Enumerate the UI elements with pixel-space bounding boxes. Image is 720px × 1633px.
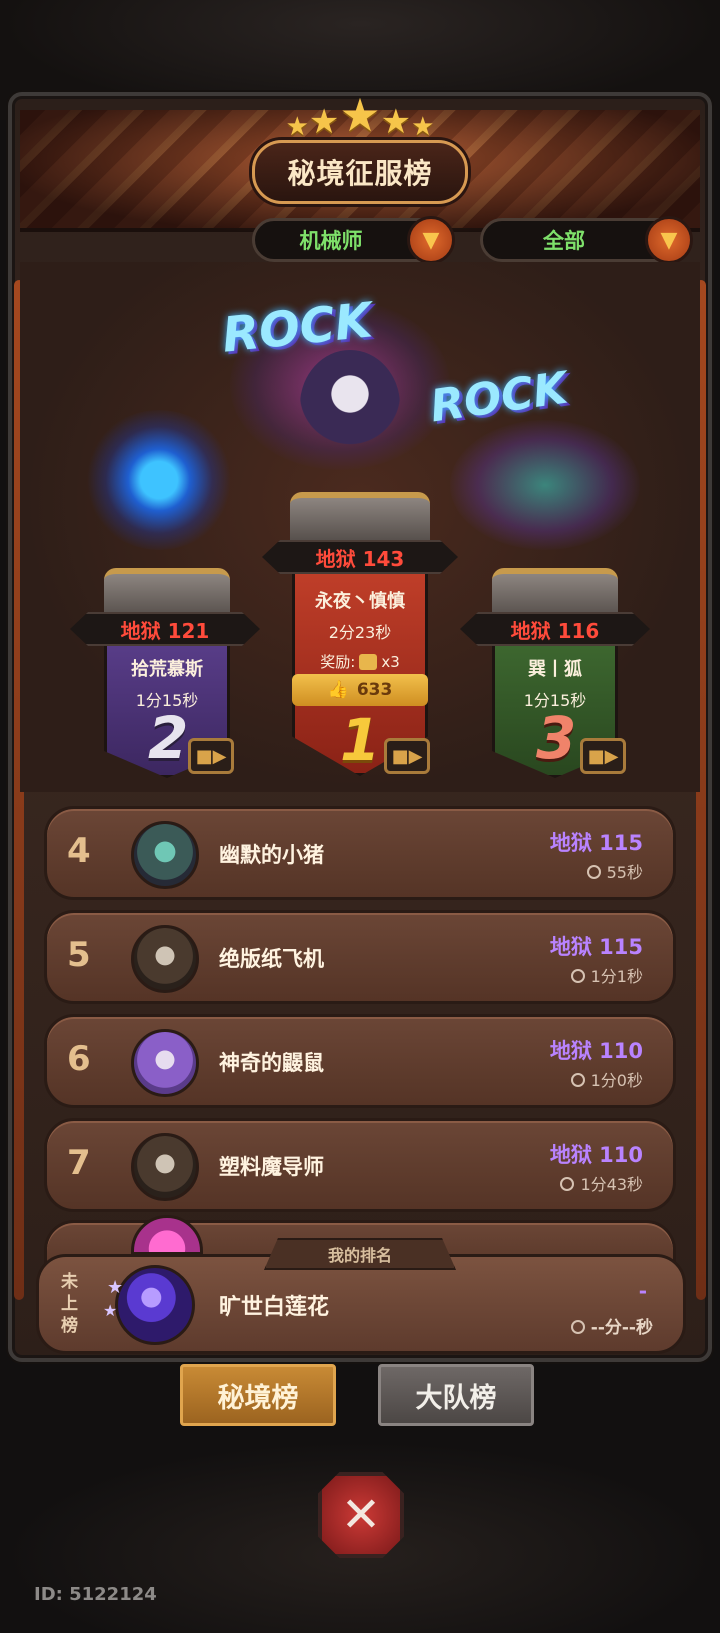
star-icon: ★ (380, 102, 412, 142)
row-time-value: 1分1秒 (590, 967, 643, 986)
leaderboard-row[interactable]: 4 幽默的小猪 地狱 115 55秒 (44, 806, 676, 900)
clock-icon (570, 969, 585, 983)
row-time-value: 55秒 (606, 863, 643, 882)
clock-icon (570, 1073, 585, 1087)
tab-secret-realm-label: 秘境榜 (217, 1382, 299, 1414)
first-place-replay-button[interactable]: ■▶ (384, 738, 430, 774)
row-time: 1分43秒 (560, 1171, 643, 1195)
row-rank: 7 (67, 1143, 91, 1183)
thumbs-up-icon: 👍 (327, 680, 349, 700)
third-place-score-plate: 地狱 116 (460, 612, 650, 646)
first-place-name: 永夜丶慎慎 (315, 591, 405, 612)
third-place-rank: 3 (536, 704, 577, 772)
video-camera-icon: ■▶ (587, 745, 619, 767)
my-rank-status: 未上榜 (61, 1272, 78, 1336)
row-player-name: 绝版纸飞机 (219, 947, 324, 971)
reward-label: 奖励: (320, 653, 356, 671)
my-player-name: 旷世白莲花 (219, 1295, 330, 1320)
my-avatar (115, 1265, 195, 1345)
video-camera-icon: ■▶ (195, 745, 227, 767)
first-place-score: 地狱 143 (315, 546, 405, 571)
player-avatar (131, 1029, 199, 1097)
third-place-score: 地狱 116 (510, 618, 600, 643)
my-rank-tab-label: 我的排名 (327, 1246, 392, 1265)
row-player-name: 塑料魔导师 (219, 1155, 324, 1179)
page-title-plate: 秘境征服榜 (252, 140, 468, 204)
tab-secret-realm[interactable]: 秘境榜 (180, 1364, 336, 1426)
tab-team[interactable]: 大队榜 (378, 1364, 534, 1426)
third-place-replay-button[interactable]: ■▶ (580, 738, 626, 774)
row-score: 地狱 115 (549, 935, 643, 959)
row-time: 1分0秒 (570, 1067, 643, 1091)
star-icon: ★ (308, 102, 340, 142)
row-time-value: 1分43秒 (580, 1175, 643, 1194)
star-icon: ★ (285, 112, 309, 142)
row-player-name: 神奇的鼹鼠 (219, 1051, 324, 1075)
reward-count: x3 (381, 652, 400, 671)
row-rank: 4 (67, 831, 91, 871)
clock-icon (570, 1320, 585, 1334)
row-score: 地狱 110 (549, 1143, 643, 1167)
leaderboard-row[interactable]: 6 神奇的鼹鼠 地狱 110 1分0秒 (44, 1014, 676, 1108)
tab-team-label: 大队榜 (415, 1382, 497, 1414)
player-id: ID: 5122124 (34, 1584, 157, 1605)
third-place-hero-art (450, 420, 640, 550)
like-count: 633 (356, 680, 393, 700)
class-filter-label: 机械师 (299, 229, 363, 253)
row-score: 地狱 110 (549, 1039, 643, 1063)
reward-chest-icon (359, 653, 378, 670)
my-score: - (638, 1279, 647, 1303)
close-icon: ✕ (340, 1487, 382, 1543)
player-avatar (131, 1133, 199, 1201)
third-place-name: 巽丨狐 (528, 659, 582, 680)
star-icon: ★ (107, 1277, 124, 1298)
first-place-avatar-figure (300, 350, 400, 460)
clock-icon (586, 865, 601, 879)
my-time: --分--秒 (570, 1313, 653, 1338)
page-title: 秘境征服榜 (287, 157, 433, 190)
clock-icon (560, 1177, 575, 1191)
first-place-time: 2分23秒 (328, 623, 392, 642)
first-place-reward: 奖励: x3 (320, 651, 399, 672)
second-place-hero-art (84, 410, 234, 550)
my-rank-tab: 我的排名 (264, 1238, 456, 1270)
second-place-score-plate: 地狱 121 (70, 612, 260, 646)
row-time-value: 1分0秒 (590, 1071, 643, 1090)
my-time-value: --分--秒 (590, 1318, 653, 1338)
video-camera-icon: ■▶ (391, 745, 423, 767)
second-place-rank: 2 (148, 704, 189, 772)
row-time: 1分1秒 (570, 963, 643, 987)
star-icon: ★ (411, 112, 435, 142)
like-button[interactable]: 👍 633 (292, 674, 428, 706)
star-icon: ★ (103, 1301, 118, 1320)
player-avatar (131, 821, 199, 889)
leaderboard-row[interactable]: 5 绝版纸飞机 地狱 115 1分1秒 (44, 910, 676, 1004)
row-time: 55秒 (586, 859, 643, 883)
row-score: 地狱 115 (549, 831, 643, 855)
scope-filter-label: 全部 (543, 229, 585, 253)
title-stars: ★ ★ ★ ★ ★ (0, 88, 720, 142)
row-player-name: 幽默的小猪 (219, 843, 324, 867)
chevron-down-icon[interactable]: ▼ (407, 216, 455, 264)
first-place-score-plate: 地狱 143 (262, 540, 458, 574)
row-rank: 5 (67, 935, 91, 975)
second-place-name: 拾荒慕斯 (131, 659, 203, 680)
leaderboard-row[interactable]: 7 塑料魔导师 地狱 110 1分43秒 (44, 1118, 676, 1212)
class-filter-dropdown[interactable]: 机械师 ▼ (252, 216, 455, 264)
row-rank: 6 (67, 1039, 91, 1079)
second-place-replay-button[interactable]: ■▶ (188, 738, 234, 774)
chevron-down-icon[interactable]: ▼ (645, 216, 693, 264)
player-avatar (131, 1215, 203, 1255)
first-place-rank: 1 (340, 706, 381, 774)
scope-filter-dropdown[interactable]: 全部 ▼ (480, 216, 693, 264)
star-icon: ★ (339, 88, 381, 142)
second-place-score: 地狱 121 (120, 618, 210, 643)
player-avatar (131, 925, 199, 993)
close-button[interactable]: ✕ (318, 1472, 404, 1558)
